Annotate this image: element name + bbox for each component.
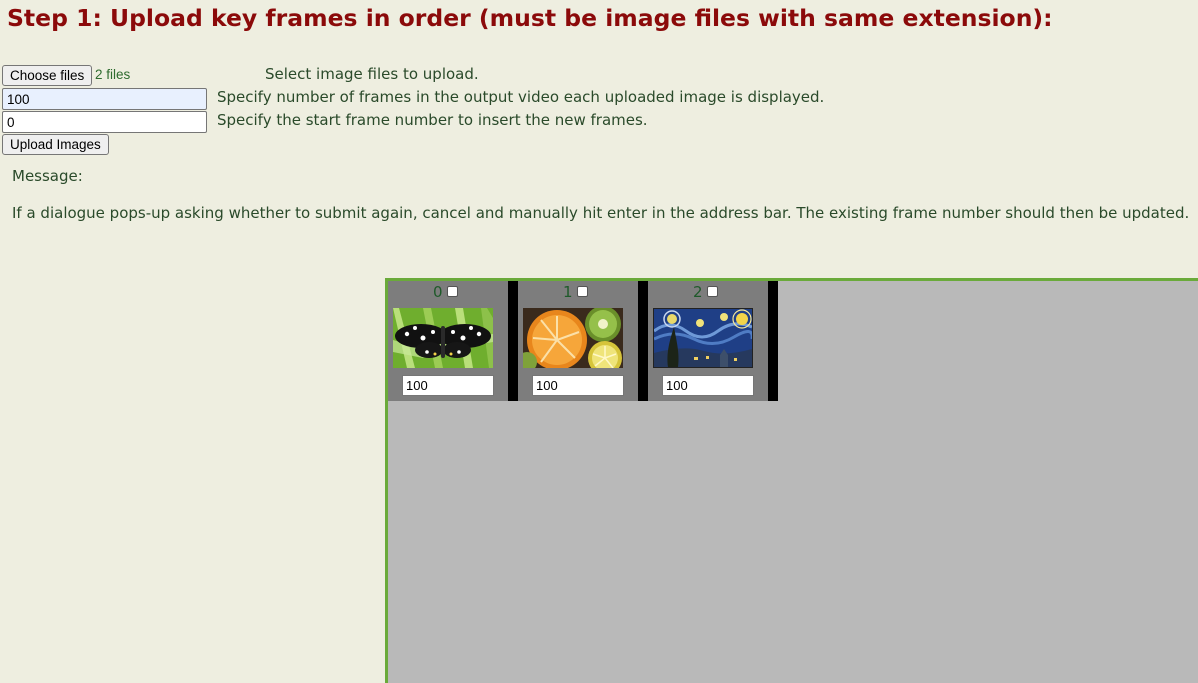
frame-duration-input[interactable] xyxy=(662,375,754,396)
citrus-fruit-image xyxy=(523,308,623,368)
frame-duration-input[interactable] xyxy=(532,375,624,396)
frame-duration-input[interactable] xyxy=(402,375,494,396)
frame-card: 0 xyxy=(388,281,508,401)
frames-panel: 0 100 1 100 2 100 xyxy=(385,278,1198,683)
message-label: Message: xyxy=(12,167,83,185)
resubmit-note: If a dialogue pops-up asking whether to … xyxy=(12,204,1190,222)
frame-card: 1 xyxy=(518,281,638,401)
starry-night-painting-image xyxy=(653,308,753,368)
frame-index: 0 xyxy=(433,283,443,301)
frame-index: 2 xyxy=(693,283,703,301)
upload-images-button[interactable]: Upload Images xyxy=(2,134,109,155)
frame-card: 2 xyxy=(648,281,768,401)
frame-select-checkbox[interactable] xyxy=(447,286,458,297)
frame-divider xyxy=(768,281,778,401)
start-frame-input[interactable] xyxy=(2,111,207,133)
start-frame-help: Specify the start frame number to insert… xyxy=(217,111,648,129)
frame-index: 1 xyxy=(563,283,573,301)
frame-select-checkbox[interactable] xyxy=(707,286,718,297)
frame-select-checkbox[interactable] xyxy=(577,286,588,297)
frame-divider xyxy=(508,281,518,401)
butterfly-image xyxy=(393,308,493,368)
choose-files-button[interactable]: Choose files xyxy=(2,65,93,86)
frames-per-image-help: Specify number of frames in the output v… xyxy=(217,88,825,106)
frame-divider xyxy=(638,281,648,401)
frames-per-image-input[interactable] xyxy=(2,88,207,110)
page-title: Step 1: Upload key frames in order (must… xyxy=(7,4,1053,32)
file-status-text: 2 files xyxy=(95,67,131,82)
choose-files-help: Select image files to upload. xyxy=(265,65,479,83)
